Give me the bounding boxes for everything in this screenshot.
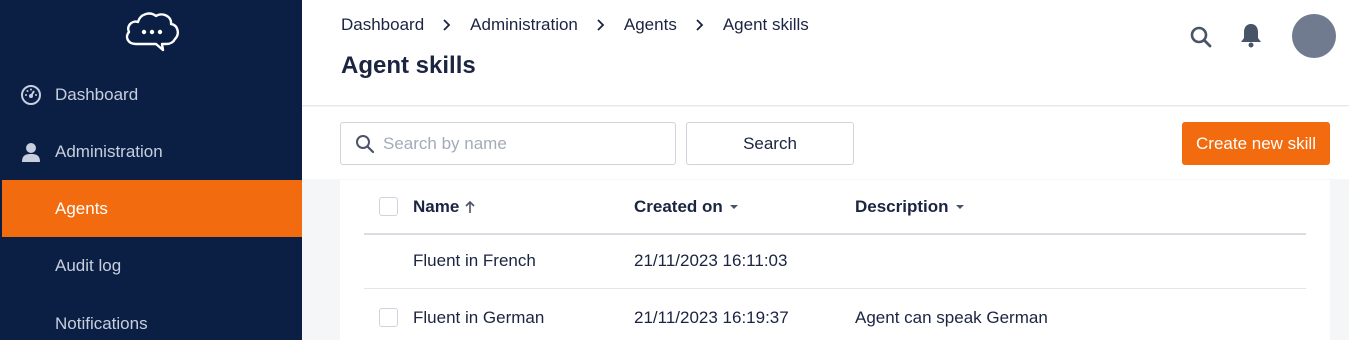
column-label: Name [413,197,460,216]
column-label: Description [855,197,949,216]
page-title: Agent skills [341,52,476,79]
column-header-created-on[interactable]: Created on [634,197,739,217]
column-label: Created on [634,197,723,216]
sidebar-item-label: Dashboard [55,84,139,104]
search-icon[interactable] [1189,25,1213,49]
chevron-right-icon [443,19,451,31]
select-all-checkbox[interactable] [379,197,398,216]
breadcrumb: Dashboard Administration Agents Agent sk… [341,14,809,36]
search-icon [356,135,375,154]
sidebar-item-label: Administration [55,141,163,161]
breadcrumb-agents[interactable]: Agents [624,15,677,35]
column-header-name[interactable]: Name [413,197,475,217]
bell-icon[interactable] [1239,22,1263,48]
search-button[interactable]: Search [686,122,854,165]
cell-name: Fluent in German [413,308,545,327]
page-header: Dashboard Administration Agents Agent sk… [302,0,1349,106]
chevron-right-icon [597,19,605,31]
breadcrumb-administration[interactable]: Administration [470,15,578,35]
arrow-up-icon [465,200,475,213]
table-header: Name Created on Description [364,180,1306,235]
row-checkbox[interactable] [379,308,398,327]
chevron-right-icon [696,19,704,31]
toolbar: Search Create new skill [302,107,1349,179]
skills-table: Name Created on Description Fluent in Fr… [340,180,1330,340]
sidebar-item-label: Notifications [55,313,148,333]
sidebar-item-notifications[interactable]: Notifications [0,295,302,340]
cell-description: Agent can speak German [855,308,1048,327]
cell-name: Fluent in French [413,251,536,270]
table-row[interactable]: Fluent in French 21/11/2023 16:11:03 [364,235,1306,289]
user-icon [22,142,40,162]
sidebar-item-label: Audit log [55,255,122,275]
breadcrumb-dashboard[interactable]: Dashboard [341,15,424,35]
sidebar-item-administration[interactable]: Administration [0,123,302,180]
column-header-description[interactable]: Description [855,197,965,217]
table-row[interactable]: Fluent in German 21/11/2023 16:19:37 Age… [364,290,1306,340]
breadcrumb-agent-skills: Agent skills [722,15,809,34]
cell-created-on: 21/11/2023 16:11:03 [634,251,788,270]
caret-down-icon [729,205,738,209]
sidebar: Dashboard Administration Agents Audit lo… [0,0,302,340]
caret-down-icon [955,205,964,209]
chat-cloud-icon[interactable] [122,8,182,52]
dashboard-gauge-icon [21,84,41,105]
cell-created-on: 21/11/2023 16:19:37 [634,308,789,327]
sidebar-item-dashboard[interactable]: Dashboard [0,66,302,123]
sidebar-item-label: Agents [55,198,108,218]
search-input[interactable] [383,124,669,163]
sidebar-item-agents[interactable]: Agents [2,180,302,237]
sidebar-item-audit-log[interactable]: Audit log [0,237,302,294]
create-new-skill-button[interactable]: Create new skill [1182,122,1330,165]
avatar[interactable] [1292,14,1336,58]
search-field[interactable] [340,122,676,165]
